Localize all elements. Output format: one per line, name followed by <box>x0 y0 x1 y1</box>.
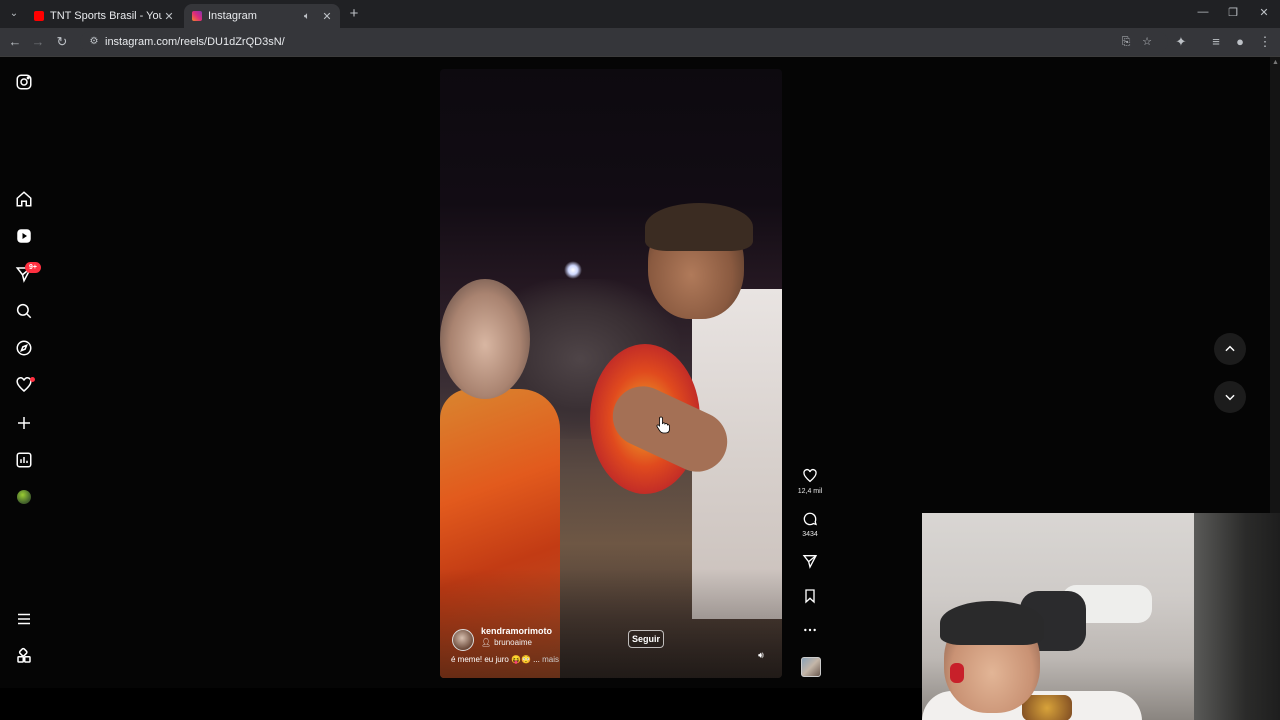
caption-more-link[interactable]: mais <box>542 655 559 664</box>
audio-speaker-icon[interactable]: 🔊︎ <box>755 650 767 662</box>
collaborator-name: brunoaime <box>494 638 532 647</box>
hand-cursor-icon <box>656 416 670 434</box>
webcam-person-cap <box>940 601 1044 645</box>
original-audio-thumbnail[interactable] <box>801 657 821 677</box>
webcam-shirt-print <box>1022 695 1072 720</box>
url-text[interactable]: instagram.com/reels/DU1dZrQD3sN/ <box>105 36 285 48</box>
instagram-logo-icon[interactable] <box>14 72 34 92</box>
reel-collaborator[interactable]: 👤︎ brunoaime <box>481 638 532 647</box>
tab-youtube[interactable]: TNT Sports Brasil - YouTube ✕ <box>26 4 182 28</box>
reel-username[interactable]: kendramorimoto <box>481 626 552 636</box>
address-bar[interactable]: ⚙ instagram.com/reels/DU1dZrQD3sN/ ⎘ ☆ <box>80 31 1168 53</box>
search-icon[interactable] <box>14 301 34 321</box>
caption-text: é meme! eu juro 😝😳 ... <box>451 655 540 664</box>
profile-icon[interactable]: ● <box>1231 33 1249 51</box>
create-plus-icon[interactable] <box>14 413 34 433</box>
person-icon: 👤︎ <box>481 638 492 647</box>
minimize-button[interactable]: — <box>1193 6 1213 22</box>
close-tab-icon[interactable]: ✕ <box>320 10 334 23</box>
dashboard-chart-icon[interactable] <box>14 450 34 470</box>
instagram-favicon-icon <box>192 11 202 21</box>
back-button[interactable]: ← <box>6 33 24 51</box>
browser-toolbar: ← → ↻ ⚙ instagram.com/reels/DU1dZrQD3sN/… <box>0 28 1280 56</box>
follow-button[interactable]: Seguir <box>628 630 664 648</box>
comments-count: 3434 <box>802 531 818 538</box>
extensions-icon[interactable]: ✦ <box>1172 33 1190 51</box>
webcam-curtain <box>1194 513 1280 720</box>
reel-author-avatar[interactable] <box>452 629 474 651</box>
home-icon[interactable] <box>14 189 34 209</box>
youtube-favicon-icon <box>34 11 44 21</box>
webcam-headset <box>950 663 964 683</box>
tab-strip: ⌄ TNT Sports Brasil - YouTube ✕ Instagra… <box>0 0 1280 28</box>
close-tab-icon[interactable]: ✕ <box>162 10 176 23</box>
reel-caption: é meme! eu juro 😝😳 ... mais <box>451 655 559 664</box>
explore-compass-icon[interactable] <box>14 338 34 358</box>
share-send-icon[interactable] <box>800 551 820 571</box>
video-bottom-shade <box>440 69 782 678</box>
speaker-icon[interactable]: 🔈︎ <box>304 11 316 22</box>
new-tab-button[interactable]: + <box>346 6 362 22</box>
save-bookmark-icon[interactable] <box>800 586 820 606</box>
notifications-badge: 9+ <box>25 262 41 273</box>
reload-button[interactable]: ↻ <box>53 33 71 51</box>
restore-button[interactable]: ❐ <box>1223 6 1243 22</box>
previous-reel-button[interactable] <box>1214 333 1246 365</box>
tab-instagram[interactable]: Instagram 🔈︎ ✕ <box>184 4 340 28</box>
comment-icon[interactable] <box>800 509 820 529</box>
also-from-meta-icon[interactable] <box>14 646 34 666</box>
next-reel-button[interactable] <box>1214 381 1246 413</box>
site-info-icon[interactable]: ⚙ <box>86 34 102 50</box>
tab-title: TNT Sports Brasil - YouTube <box>50 10 162 22</box>
tab-search-chevron-icon[interactable]: ⌄ <box>6 6 22 22</box>
likes-count: 12,4 mil <box>797 488 823 495</box>
webcam-overlay <box>922 513 1280 720</box>
reels-icon[interactable] <box>14 226 34 246</box>
profile-avatar[interactable] <box>17 490 31 504</box>
menu-icon[interactable]: ⋮ <box>1256 33 1274 51</box>
notification-dot <box>30 377 35 382</box>
close-window-button[interactable]: ✕ <box>1254 6 1274 22</box>
tab-title: Instagram <box>208 10 257 22</box>
more-options-icon[interactable] <box>800 620 820 640</box>
reel-video[interactable] <box>440 69 782 678</box>
media-control-icon[interactable]: ≡ <box>1207 33 1225 51</box>
install-app-icon[interactable]: ⎘ <box>1118 34 1134 50</box>
bookmark-star-icon[interactable]: ☆ <box>1139 34 1155 50</box>
more-menu-icon[interactable] <box>14 609 34 629</box>
like-heart-icon[interactable] <box>800 466 820 486</box>
forward-button[interactable]: → <box>29 33 47 51</box>
scroll-up-arrow-icon[interactable]: ▲ <box>1272 59 1279 66</box>
